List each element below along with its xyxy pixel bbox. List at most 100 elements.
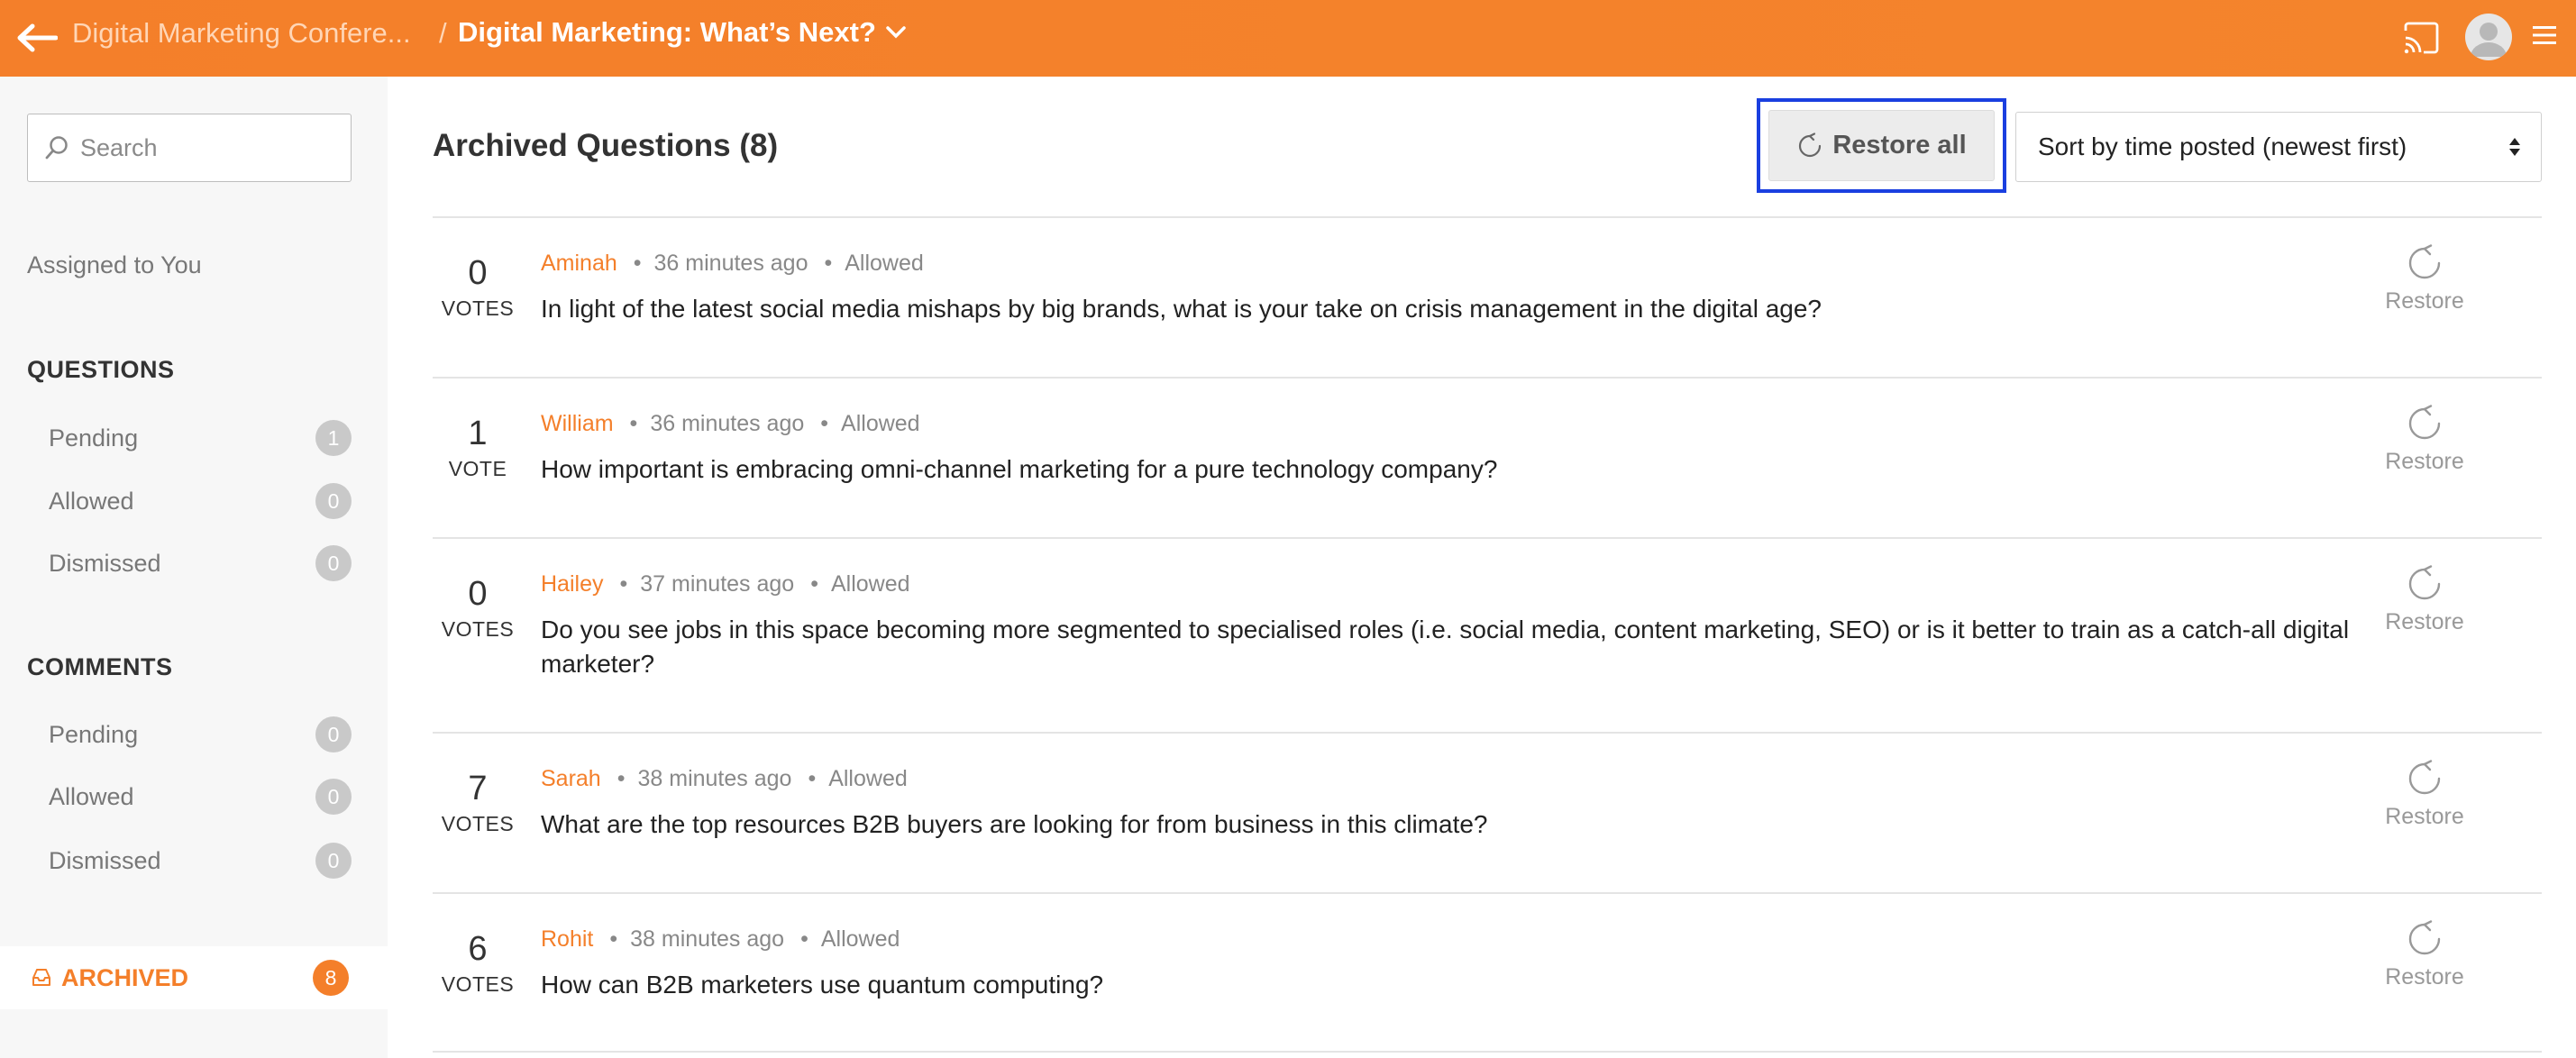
vote-unit: VOTES [441,972,515,996]
question-row: 0 VOTES Hailey • 37 minutes ago • Allowe… [433,537,2542,732]
restore-icon [2408,920,2441,955]
chevron-down-icon [886,26,906,39]
sidebar: Assigned to You QUESTIONS Pending 1 Allo… [0,77,388,1058]
sidebar-item-label: Allowed [49,487,134,515]
restore-label: Restore [2385,964,2464,990]
question-text: Do you see jobs in this space becoming m… [541,616,2350,678]
question-meta: Rohit • 38 minutes ago • Allowed [541,926,900,953]
sidebar-item-label: Pending [49,424,139,451]
restore-button[interactable]: Restore [2375,564,2474,635]
restore-icon [2408,760,2441,795]
event-title: Digital Marketing: What’s Next? [458,16,876,48]
sidebar-item-questions-allowed[interactable]: Allowed 0 [27,479,352,524]
question-time: 37 minutes ago [640,571,795,597]
restore-button[interactable]: Restore [2375,919,2474,990]
restore-icon [2408,244,2441,279]
sort-select[interactable]: Sort by time posted (newest first) [2015,112,2542,182]
question-status: Allowed [828,766,908,791]
question-time: 36 minutes ago [650,411,805,436]
questions-section-title: QUESTIONS [27,356,175,383]
sidebar-item-comments-allowed[interactable]: Allowed 0 [27,774,352,819]
vote-count: 7 VOTES [433,770,523,836]
question-row: 6 VOTES Rohit • 38 minutes ago • Allowed… [433,892,2542,1053]
vote-count: 0 VOTES [433,254,523,321]
search-box[interactable] [27,114,352,182]
sidebar-item-questions-pending[interactable]: Pending 1 [27,415,352,461]
top-bar: Digital Marketing Confere... / Digital M… [0,0,2576,77]
page-title: Archived Questions (8) [433,128,779,163]
question-author[interactable]: Aminah [541,251,617,277]
restore-button[interactable]: Restore [2375,759,2474,830]
question-row: 0 VOTES Aminah • 36 minutes ago • Allowe… [433,216,2542,377]
restore-icon [1799,132,1822,157]
archived-questions-list: 0 VOTES Aminah • 36 minutes ago • Allowe… [433,216,2542,1053]
question-meta: Sarah • 38 minutes ago • Allowed [541,766,908,792]
question-text: What are the top resources B2B buyers ar… [541,810,1488,838]
breadcrumb-separator: / [439,17,447,49]
hamburger-menu-icon[interactable] [2533,24,2556,46]
vote-number: 0 [468,254,488,292]
question-meta: Aminah • 36 minutes ago • Allowed [541,251,924,277]
search-input[interactable] [80,133,333,162]
vote-count: 0 VOTES [433,575,523,642]
question-text: How can B2B marketers use quantum comput… [541,971,1104,999]
restore-label: Restore [2385,804,2464,829]
count-badge: 0 [315,545,352,581]
vote-unit: VOTES [441,812,515,835]
sidebar-item-questions-dismissed[interactable]: Dismissed 0 [27,541,352,586]
sidebar-item-comments-pending[interactable]: Pending 0 [27,712,352,757]
count-badge: 0 [315,716,352,752]
back-arrow-icon [17,23,58,52]
count-badge: 0 [315,843,352,879]
question-status: Allowed [820,926,900,952]
assigned-to-you-link[interactable]: Assigned to You [27,251,202,279]
count-badge: 0 [315,483,352,519]
sort-arrows-icon [2509,138,2520,156]
question-author[interactable]: Sarah [541,766,601,792]
question-text: In light of the latest social media mish… [541,295,1822,323]
vote-number: 6 [468,930,488,968]
sidebar-item-label: ARCHIVED [61,963,189,991]
restore-label: Restore [2385,449,2464,474]
question-status: Allowed [845,251,924,276]
avatar-icon [2471,23,2507,57]
question-status: Allowed [841,411,920,436]
vote-unit: VOTES [441,617,515,641]
avatar[interactable] [2465,14,2512,60]
question-text: How important is embracing omni-channel … [541,455,1498,483]
sidebar-item-label: Pending [49,720,139,748]
question-meta: Hailey • 37 minutes ago • Allowed [541,571,910,597]
vote-number: 0 [468,575,488,613]
question-time: 38 minutes ago [637,766,792,791]
question-author[interactable]: Rohit [541,926,593,953]
question-time: 38 minutes ago [630,926,785,952]
restore-all-button[interactable]: Restore all [1768,110,1995,181]
archive-icon [32,969,50,986]
question-time: 36 minutes ago [653,251,808,276]
breadcrumb-parent[interactable]: Digital Marketing Confere... [72,17,411,50]
sort-select-value: Sort by time posted (newest first) [2038,132,2407,160]
restore-label: Restore [2385,609,2464,634]
sidebar-item-label: Dismissed [49,549,161,577]
vote-unit: VOTES [441,296,515,320]
sidebar-item-archived[interactable]: ARCHIVED 8 [0,946,388,1009]
restore-icon [2408,405,2441,440]
comments-section-title: COMMENTS [27,653,173,680]
cast-icon[interactable] [2403,20,2439,56]
sidebar-item-comments-dismissed[interactable]: Dismissed 0 [27,838,352,883]
back-button[interactable] [16,18,58,58]
count-badge: 0 [315,779,352,815]
restore-button[interactable]: Restore [2375,243,2474,315]
restore-button[interactable]: Restore [2375,404,2474,475]
sidebar-item-label: Dismissed [49,846,161,874]
vote-count: 6 VOTES [433,930,523,997]
question-author[interactable]: William [541,411,614,437]
search-icon [45,136,68,160]
count-badge: 8 [313,960,349,996]
sidebar-item-label: Allowed [49,782,134,810]
vote-count: 1 VOTE [433,415,523,481]
question-author[interactable]: Hailey [541,571,603,597]
event-title-dropdown[interactable]: Digital Marketing: What’s Next? [458,16,907,49]
question-row: 7 VOTES Sarah • 38 minutes ago • Allowed… [433,732,2542,892]
restore-label: Restore [2385,288,2464,314]
